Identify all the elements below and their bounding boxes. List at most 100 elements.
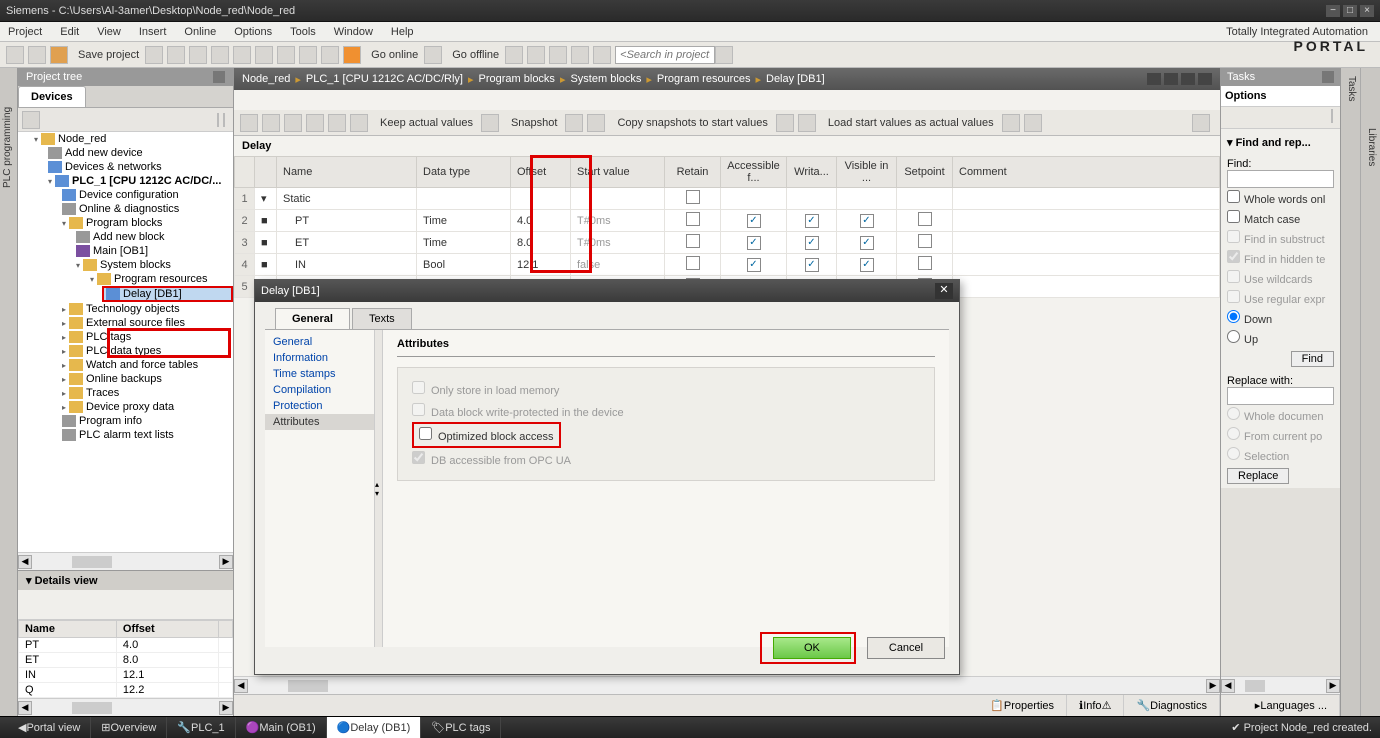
d-icon[interactable] xyxy=(571,46,589,64)
replace-input[interactable] xyxy=(1227,387,1334,405)
table-row[interactable]: 4■INBool12.1false ✓✓✓ xyxy=(235,254,1220,276)
c-icon[interactable] xyxy=(549,46,567,64)
optimized-access-checkbox[interactable] xyxy=(419,427,432,440)
dialog-tab-general[interactable]: General xyxy=(275,308,350,329)
pin-icon[interactable] xyxy=(213,71,225,83)
ed-icon-1[interactable] xyxy=(240,114,258,132)
tree-hscroll[interactable]: ◀▶ xyxy=(18,552,233,570)
info-tab[interactable]: ℹ Info ⚠ xyxy=(1067,695,1124,716)
replace-button[interactable]: Replace xyxy=(1227,468,1289,484)
ed-icon-5[interactable] xyxy=(328,114,346,132)
ed-max-icon[interactable] xyxy=(1164,73,1178,85)
menu-online[interactable]: Online xyxy=(184,26,216,38)
dialog-titlebar[interactable]: Delay [DB1] ✕ xyxy=(255,280,959,302)
new-icon[interactable] xyxy=(6,46,24,64)
tasks-pin-icon[interactable] xyxy=(1322,71,1334,83)
ed-restore-icon[interactable] xyxy=(1181,73,1195,85)
plc-tags-tab[interactable]: 🏷 PLC tags xyxy=(421,717,501,738)
tree-icon-a[interactable] xyxy=(22,111,40,129)
find-button[interactable]: Find xyxy=(1291,351,1334,367)
main-ob1-tab[interactable]: 🟣 Main (OB1) xyxy=(236,717,327,738)
devices-tab[interactable]: Devices xyxy=(18,86,86,107)
portal-view-button[interactable]: ◀ Portal view xyxy=(8,717,91,738)
e-icon[interactable] xyxy=(593,46,611,64)
right-vertical-tab-tasks[interactable]: Tasks xyxy=(1340,68,1360,716)
minimize-button[interactable]: − xyxy=(1326,5,1340,17)
splitter-up-icon[interactable]: ▴ xyxy=(375,480,382,489)
nav-general[interactable]: General xyxy=(265,334,374,350)
snap-icon-1[interactable] xyxy=(565,114,583,132)
copy-icon-2[interactable] xyxy=(798,114,816,132)
ed-icon-2[interactable] xyxy=(262,114,280,132)
menu-help[interactable]: Help xyxy=(391,26,414,38)
snap-icon-2[interactable] xyxy=(587,114,605,132)
ed-icon-6[interactable] xyxy=(350,114,368,132)
menu-window[interactable]: Window xyxy=(334,26,373,38)
keep-icon[interactable] xyxy=(481,114,499,132)
whole-words-checkbox[interactable] xyxy=(1227,190,1240,203)
load-icon-1[interactable] xyxy=(1002,114,1020,132)
overview-tab[interactable]: ⊞ Overview xyxy=(91,717,167,738)
nav-attributes[interactable]: Attributes xyxy=(265,414,374,430)
ed-close-icon[interactable] xyxy=(1198,73,1212,85)
nav-information[interactable]: Information xyxy=(265,350,374,366)
paste-icon[interactable] xyxy=(211,46,229,64)
download-icon[interactable] xyxy=(277,46,295,64)
tasks-hscroll[interactable]: ◀▶ xyxy=(1221,676,1340,694)
left-vertical-tab[interactable]: PLC programming xyxy=(0,68,18,716)
splitter-down-icon[interactable]: ▾ xyxy=(375,489,382,498)
ok-button[interactable]: OK xyxy=(773,637,851,659)
menu-project[interactable]: Project xyxy=(8,26,42,38)
table-row[interactable]: 1▾Static xyxy=(235,188,1220,210)
tree-item-delay-db1[interactable]: Delay [DB1] xyxy=(102,286,233,302)
table-row[interactable]: 3■ETTime8.0T#0ms ✓✓✓ xyxy=(235,232,1220,254)
redo-icon[interactable] xyxy=(255,46,273,64)
properties-tab[interactable]: 📋 Properties xyxy=(978,695,1067,716)
search-icon[interactable] xyxy=(321,46,339,64)
open-icon[interactable] xyxy=(28,46,46,64)
details-hscroll[interactable]: ◀▶ xyxy=(18,698,233,716)
tree-icon-c[interactable] xyxy=(223,113,225,127)
upload-icon[interactable] xyxy=(299,46,317,64)
search-go-icon[interactable] xyxy=(715,46,733,64)
nav-compilation[interactable]: Compilation xyxy=(265,382,374,398)
menu-view[interactable]: View xyxy=(97,26,121,38)
match-case-checkbox[interactable] xyxy=(1227,210,1240,223)
editor-hscroll[interactable]: ◀▶ xyxy=(234,676,1220,694)
cut-icon[interactable] xyxy=(167,46,185,64)
dialog-close-icon[interactable]: ✕ xyxy=(935,283,953,299)
ed-expand-icon[interactable] xyxy=(1192,114,1210,132)
print-icon[interactable] xyxy=(145,46,163,64)
ed-icon-4[interactable] xyxy=(306,114,324,132)
nav-protection[interactable]: Protection xyxy=(265,398,374,414)
maximize-button[interactable]: □ xyxy=(1343,5,1357,17)
up-radio[interactable] xyxy=(1227,330,1240,343)
cancel-button[interactable]: Cancel xyxy=(867,637,945,659)
goonline-icon[interactable] xyxy=(343,46,361,64)
menu-options[interactable]: Options xyxy=(234,26,272,38)
copy-icon[interactable] xyxy=(189,46,207,64)
a-icon[interactable] xyxy=(505,46,523,64)
undo-icon[interactable] xyxy=(233,46,251,64)
b-icon[interactable] xyxy=(527,46,545,64)
plc-tab[interactable]: 🔧 PLC_1 xyxy=(167,717,235,738)
languages-tab[interactable]: ▸ Languages ... xyxy=(1243,695,1340,716)
project-tree[interactable]: Node_red Add new device Devices & networ… xyxy=(18,132,233,552)
copy-icon-1[interactable] xyxy=(776,114,794,132)
diagnostics-tab[interactable]: 🔧 Diagnostics xyxy=(1124,695,1220,716)
menu-edit[interactable]: Edit xyxy=(60,26,79,38)
save-icon[interactable] xyxy=(50,46,68,64)
right-vertical-tab-libraries[interactable]: Libraries xyxy=(1360,68,1380,716)
opt-icon[interactable] xyxy=(1331,109,1333,123)
menu-tools[interactable]: Tools xyxy=(290,26,316,38)
gooffline-icon[interactable] xyxy=(424,46,442,64)
dialog-tab-texts[interactable]: Texts xyxy=(352,308,412,329)
down-radio[interactable] xyxy=(1227,310,1240,323)
load-icon-2[interactable] xyxy=(1024,114,1042,132)
table-row[interactable]: 2■PTTime4.0T#0ms ✓✓✓ xyxy=(235,210,1220,232)
ed-icon-3[interactable] xyxy=(284,114,302,132)
find-input[interactable] xyxy=(1227,170,1334,188)
nav-timestamps[interactable]: Time stamps xyxy=(265,366,374,382)
project-search-input[interactable] xyxy=(615,46,715,64)
ed-min-icon[interactable] xyxy=(1147,73,1161,85)
